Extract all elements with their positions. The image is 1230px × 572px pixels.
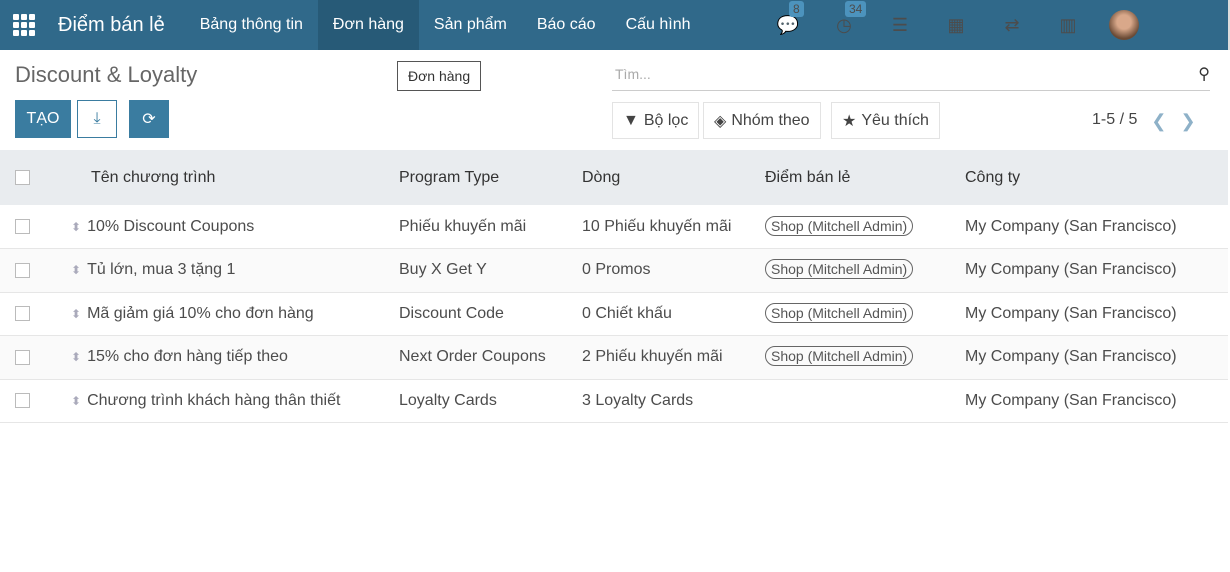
pos-tag: Shop (Mitchell Admin) xyxy=(765,259,914,280)
program-lines: 3 Loyalty Cards xyxy=(582,391,694,409)
avatar xyxy=(1109,10,1139,40)
menu-products[interactable]: Sản phẩm xyxy=(419,0,522,50)
drag-handle-icon[interactable]: ⬍ xyxy=(71,220,81,234)
program-name: 10% Discount Coupons xyxy=(87,217,255,235)
row-checkbox[interactable] xyxy=(15,262,30,278)
company-button[interactable]: ▥ xyxy=(1040,15,1096,36)
messages-badge: 8 xyxy=(789,0,804,17)
chat-icon: 💬 xyxy=(776,14,800,35)
program-lines: 2 Phiếu khuyến mãi xyxy=(582,348,723,366)
program-type: Buy X Get Y xyxy=(399,261,487,279)
cash-register-button[interactable]: ☰ xyxy=(872,15,928,36)
translate-icon: ⇄ xyxy=(1004,14,1020,35)
next-page-icon[interactable]: ❯ xyxy=(1180,111,1195,132)
systray: 💬 8 ◷ 34 ☰ ▦ ⇄ ▥ xyxy=(760,0,1152,50)
row-checkbox[interactable] xyxy=(15,218,30,234)
header-name[interactable]: Tên chương trình xyxy=(91,150,399,205)
company: My Company (San Francisco) xyxy=(965,348,1177,366)
group-label: Nhóm theo xyxy=(731,111,810,129)
select-all-checkbox[interactable] xyxy=(15,169,30,185)
table-row[interactable]: ⬍ Chương trình khách hàng thân thiết Loya… xyxy=(0,379,1228,423)
header-pos[interactable]: Điểm bán lẻ xyxy=(765,150,965,205)
drag-handle-icon[interactable]: ⬍ xyxy=(71,307,81,321)
program-type: Next Order Coupons xyxy=(399,348,546,366)
pager-range[interactable]: 1-5 / 5 xyxy=(1092,111,1137,132)
create-button[interactable]: TẠO xyxy=(15,100,71,138)
download-icon: ⤓ xyxy=(93,110,101,127)
breadcrumb-tooltip: Đơn hàng xyxy=(397,61,482,91)
filter-label: Bộ lọc xyxy=(643,111,689,129)
header-lines[interactable]: Dòng xyxy=(582,150,765,205)
row-checkbox[interactable] xyxy=(15,349,30,365)
layers-icon: ◈ xyxy=(714,112,727,130)
calculator-button[interactable]: ▦ xyxy=(928,15,984,36)
drag-handle-icon[interactable]: ⬍ xyxy=(71,263,81,277)
page-title: Discount & Loyalty xyxy=(15,62,198,87)
drag-handle-icon[interactable]: ⬍ xyxy=(71,394,81,408)
grid-icon xyxy=(13,14,35,36)
company: My Company (San Francisco) xyxy=(965,391,1177,409)
programs-table: Tên chương trình Program Type Dòng Điểm … xyxy=(0,150,1228,423)
program-type: Loyalty Cards xyxy=(399,391,497,409)
search-placeholder: Tìm... xyxy=(615,66,651,82)
refresh-icon: ⟳ xyxy=(142,111,156,128)
calculator-icon: ▦ xyxy=(947,14,965,35)
program-lines: 10 Phiếu khuyến mãi xyxy=(582,217,732,235)
program-type: Phiếu khuyến mãi xyxy=(399,217,527,235)
server-icon: ☰ xyxy=(891,14,909,35)
pos-tag: Shop (Mitchell Admin) xyxy=(765,346,914,367)
table-row[interactable]: ⬍ Mã giảm giá 10% cho đơn hàng Discount C… xyxy=(0,292,1228,336)
filter-button[interactable]: ▼ Bộ lọc xyxy=(612,102,700,139)
menu-dashboard[interactable]: Bảng thông tin xyxy=(185,0,318,50)
favorites-label: Yêu thích xyxy=(861,111,929,129)
drag-handle-icon[interactable]: ⬍ xyxy=(71,350,81,364)
activities-badge: 34 xyxy=(845,0,867,17)
messages-button[interactable]: 💬 8 xyxy=(760,0,816,36)
pos-tag: Shop (Mitchell Admin) xyxy=(765,215,914,236)
table-row[interactable]: ⬍ 15% cho đơn hàng tiếp theo Next Order C… xyxy=(0,335,1228,379)
filter-icon: ▼ xyxy=(623,111,639,129)
app-brand[interactable]: Điểm bán lẻ xyxy=(58,14,165,37)
menu-reports[interactable]: Báo cáo xyxy=(522,0,611,50)
header-program-type[interactable]: Program Type xyxy=(399,150,582,205)
program-name: Tủ lớn, mua 3 tặng 1 xyxy=(87,261,236,279)
program-name: Mã giảm giá 10% cho đơn hàng xyxy=(87,304,314,322)
prev-page-icon[interactable]: ❮ xyxy=(1151,111,1166,132)
header-company[interactable]: Công ty xyxy=(965,150,1228,205)
pos-tag: Shop (Mitchell Admin) xyxy=(765,302,914,323)
row-checkbox[interactable] xyxy=(15,393,30,409)
table-row[interactable]: ⬍ 10% Discount Coupons Phiếu khuyến mãi 1… xyxy=(0,205,1228,249)
refresh-button[interactable]: ⟳ xyxy=(129,100,169,138)
favorites-button[interactable]: ★ Yêu thích xyxy=(831,102,940,139)
row-checkbox[interactable] xyxy=(15,306,30,322)
app-menu-button[interactable] xyxy=(0,14,48,36)
clock-icon: ◷ xyxy=(836,14,852,35)
company: My Company (San Francisco) xyxy=(965,261,1177,279)
program-name: 15% cho đơn hàng tiếp theo xyxy=(87,348,288,366)
building-icon: ▥ xyxy=(1059,14,1077,35)
table-row[interactable]: ⬍ Tủ lớn, mua 3 tặng 1 Buy X Get Y 0 Prom… xyxy=(0,248,1228,292)
user-menu[interactable] xyxy=(1096,10,1152,40)
menu-configuration[interactable]: Cấu hình xyxy=(611,0,706,50)
program-type: Discount Code xyxy=(399,304,504,322)
star-icon: ★ xyxy=(842,112,857,130)
pager: 1-5 / 5 ❮ ❯ xyxy=(1092,111,1196,132)
menu-orders[interactable]: Đơn hàng xyxy=(317,0,419,50)
program-lines: 0 Chiết khấu xyxy=(582,304,672,322)
search-input[interactable]: Tìm... ⚲ xyxy=(612,58,1210,91)
program-name: Chương trình khách hàng thân thiết xyxy=(87,391,341,409)
activities-button[interactable]: ◷ 34 xyxy=(816,0,872,36)
company: My Company (San Francisco) xyxy=(965,217,1177,235)
company: My Company (San Francisco) xyxy=(965,304,1177,322)
language-button[interactable]: ⇄ xyxy=(984,15,1040,36)
group-by-button[interactable]: ◈ Nhóm theo xyxy=(703,102,821,139)
search-icon[interactable]: ⚲ xyxy=(1198,64,1210,84)
program-lines: 0 Promos xyxy=(582,261,651,279)
download-button[interactable]: ⤓ xyxy=(77,100,117,138)
